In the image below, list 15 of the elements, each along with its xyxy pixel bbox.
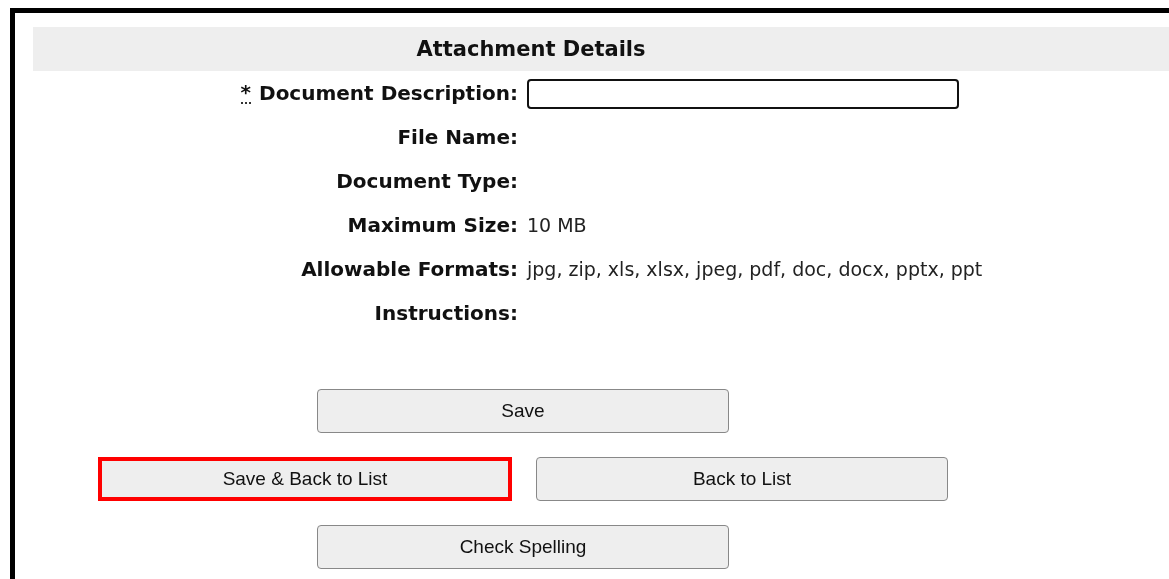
- field-label: Allowable Formats:: [301, 257, 518, 281]
- action-button[interactable]: Check Spelling: [317, 525, 729, 569]
- action-button[interactable]: Back to List: [536, 457, 948, 501]
- field-value: jpg, zip, xls, xlsx, jpeg, pdf, doc, docx, pptx, ppt: [527, 258, 983, 280]
- action-button[interactable]: Save: [317, 389, 729, 433]
- section-title: Attachment Details: [33, 27, 1169, 71]
- field-label: Document Description:: [259, 81, 518, 105]
- input-field[interactable]: [527, 79, 959, 109]
- field-value: 10 MB: [527, 214, 587, 236]
- field-label: Maximum Size:: [347, 213, 518, 237]
- field-label: File Name:: [397, 125, 518, 149]
- required-mark: *: [240, 82, 252, 104]
- field-label: Instructions:: [374, 301, 518, 325]
- field-label: Document Type:: [336, 169, 518, 193]
- action-button[interactable]: Save & Back to List: [98, 457, 512, 501]
